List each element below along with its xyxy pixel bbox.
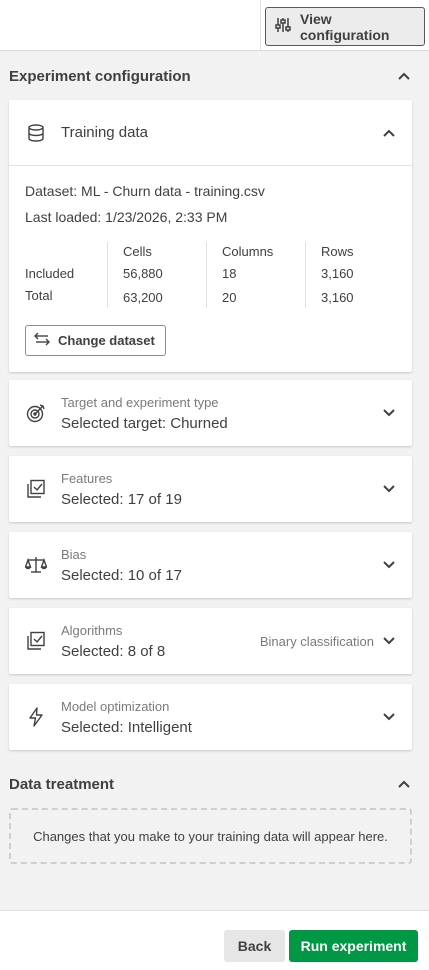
target-experiment-card[interactable]: Target and experiment type Selected targ… [9,380,412,446]
stats-cell: 3,160 [321,290,354,305]
experiment-type-label: Binary classification [259,633,374,649]
stats-divider [206,242,207,308]
experiment-configuration-title: Experiment configuration [9,67,191,85]
footer-bar: Back Run experiment [0,910,429,970]
model-optimization-card[interactable]: Model optimization Selected: Intelligent [9,684,412,750]
chevron-down-icon[interactable] [382,406,396,420]
chevron-down-icon[interactable] [382,482,396,496]
database-icon [25,122,47,144]
stats-header-columns: Columns [222,244,274,259]
back-button[interactable]: Back [224,930,285,962]
features-card[interactable]: Features Selected: 17 of 19 [9,456,412,522]
stats-header-rows: Rows [321,244,354,259]
checklist-icon [25,478,47,500]
swap-arrows-icon [34,332,50,349]
lightning-icon [25,706,47,728]
stats-header-cells: Cells [123,244,152,259]
stats-cell: 63,200 [123,290,163,305]
stats-divider [305,242,306,308]
card-label: Bias [61,546,87,562]
chevron-down-icon[interactable] [382,710,396,724]
training-data-header[interactable]: Training data [9,100,412,166]
chevron-up-icon[interactable] [382,126,396,140]
last-loaded: Last loaded: 1/23/2026, 2:33 PM [25,209,228,225]
card-label: Target and experiment type [61,394,219,410]
algorithms-card[interactable]: Algorithms Selected: 8 of 8 Binary class… [9,608,412,674]
sliders-icon [274,16,292,37]
training-data-title: Training data [61,124,148,141]
bias-card[interactable]: Bias Selected: 10 of 17 [9,532,412,598]
chevron-down-icon[interactable] [382,558,396,572]
view-configuration-button[interactable]: View configuration [265,7,425,46]
card-label: Features [61,470,113,486]
dataset-info: Dataset: ML - Churn data - training.csv … [9,166,412,230]
stats-row-label: Included [25,266,75,281]
card-value: Selected: 17 of 19 [61,490,182,508]
change-dataset-label: Change dataset [58,333,155,348]
stats-cell: 18 [222,266,237,281]
chevron-down-icon[interactable] [382,634,396,648]
chevron-up-icon[interactable] [397,776,411,793]
card-value: Selected target: Churned [61,414,228,432]
experiment-configuration-header[interactable]: Experiment configuration [0,58,429,94]
card-value: Selected: 8 of 8 [61,642,166,660]
data-treatment-message: Changes that you make to your training d… [33,828,388,844]
scale-icon [25,554,47,576]
card-label: Model optimization [61,698,170,714]
data-treatment-header[interactable]: Data treatment [0,766,429,802]
stats-cell: 20 [222,290,237,305]
configuration-panel: Experiment configuration Training data D… [0,52,429,910]
target-icon [25,402,47,424]
view-configuration-label: View configuration [300,10,390,43]
card-value: Selected: Intelligent [61,718,192,736]
card-value: Selected: 10 of 17 [61,566,182,584]
run-experiment-button[interactable]: Run experiment [289,930,418,962]
data-treatment-placeholder: Changes that you make to your training d… [9,808,412,864]
top-bar: View configuration [0,0,429,51]
toolbar-divider [260,0,261,51]
chevron-up-icon[interactable] [397,68,411,85]
dataset-stats: Cells Columns Rows Included 56,880 18 3,… [25,240,396,312]
stats-cell: 56,880 [123,266,163,281]
stats-row-label: Total [25,288,53,303]
stats-cell: 3,160 [321,266,354,281]
data-treatment-title: Data treatment [9,775,115,793]
training-data-card: Training data Dataset: ML - Churn data -… [9,100,412,372]
card-label: Algorithms [61,622,123,638]
change-dataset-button[interactable]: Change dataset [25,325,166,356]
checklist-icon [25,630,47,652]
stats-divider [107,242,108,308]
dataset-name: Dataset: ML - Churn data - training.csv [25,183,265,199]
